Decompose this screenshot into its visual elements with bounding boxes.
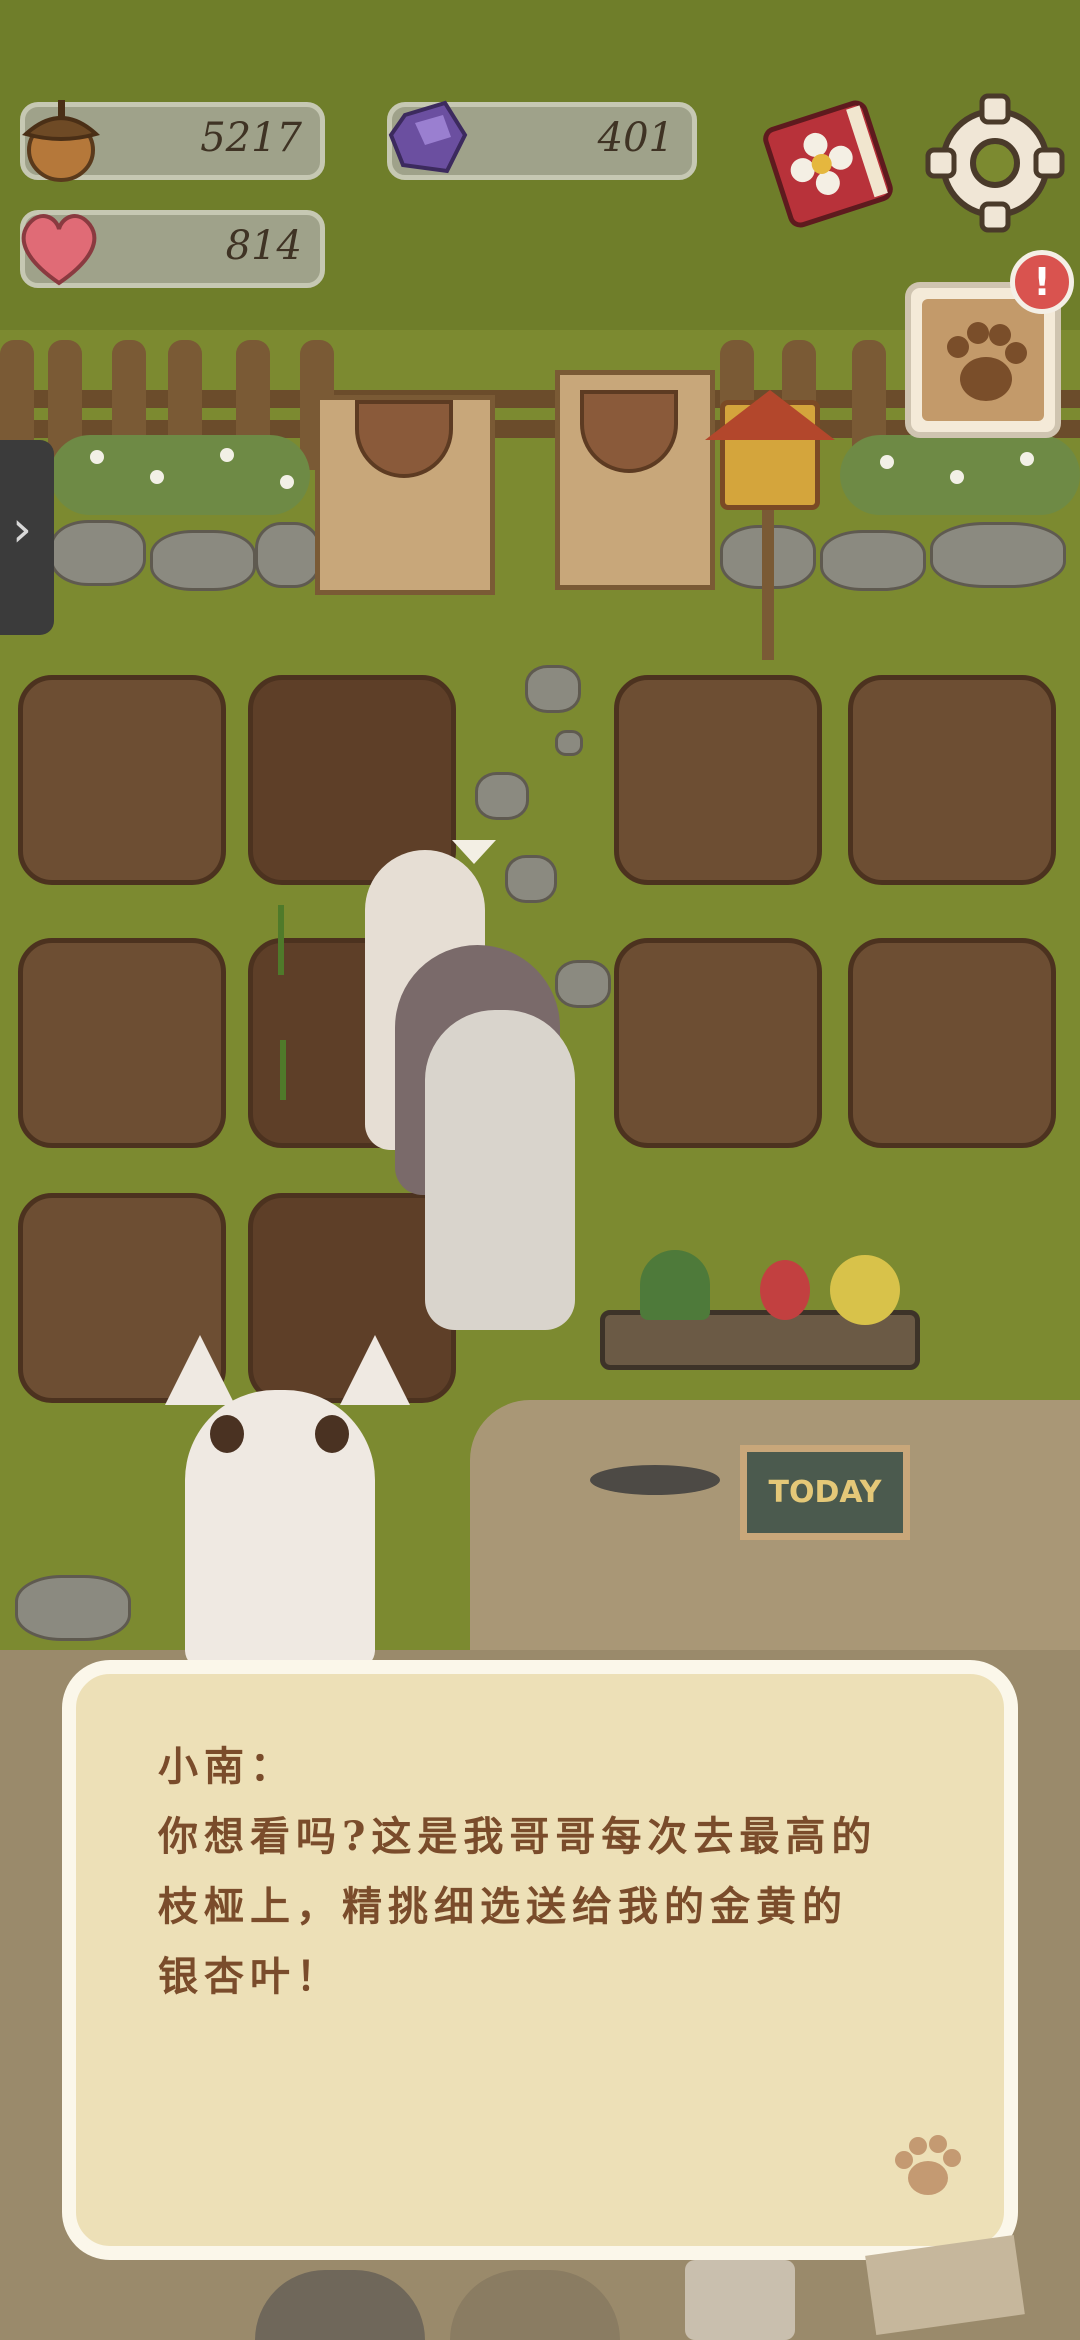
side-panel-toggle[interactable]: › bbox=[0, 440, 54, 635]
heart-count: 814 bbox=[225, 223, 302, 269]
bottom-menu-button[interactable] bbox=[685, 2260, 795, 2340]
flower bbox=[1020, 452, 1034, 466]
yellow-flowers bbox=[830, 1255, 900, 1325]
cat-ear-left bbox=[165, 1335, 235, 1405]
cat-npc[interactable] bbox=[425, 1010, 575, 1330]
flower-book-button[interactable] bbox=[758, 98, 898, 230]
wall-stone bbox=[930, 522, 1066, 588]
cat-eye-right bbox=[315, 1415, 349, 1453]
stepping-stone bbox=[505, 855, 557, 903]
stepping-stone bbox=[475, 772, 529, 820]
dialog-continue-button[interactable] bbox=[884, 2126, 964, 2206]
cat-ear-right bbox=[340, 1335, 410, 1405]
settings-button[interactable] bbox=[920, 88, 1070, 238]
paw-icon bbox=[895, 2135, 961, 2195]
sprout bbox=[280, 1040, 286, 1100]
gear-icon bbox=[925, 93, 1065, 233]
gift-jar bbox=[760, 1260, 810, 1320]
soil-plot[interactable] bbox=[18, 675, 226, 885]
soil-plot[interactable] bbox=[848, 675, 1056, 885]
soil-plot[interactable] bbox=[18, 938, 226, 1148]
cat-eye-left bbox=[210, 1415, 244, 1453]
selection-arrow bbox=[452, 840, 496, 864]
garden-rock bbox=[15, 1575, 131, 1641]
bush bbox=[50, 435, 310, 515]
dialog-line-1: 你想看吗?这是我哥哥每次去最高的 bbox=[158, 1813, 878, 1860]
today-chalkboard[interactable]: TODAY bbox=[740, 1445, 910, 1540]
flower bbox=[280, 475, 294, 489]
potted-plant bbox=[640, 1250, 710, 1320]
wall-stone bbox=[50, 520, 146, 586]
flower bbox=[150, 470, 164, 484]
wall-stone bbox=[150, 530, 256, 591]
notice-badge: ! bbox=[1010, 250, 1074, 314]
gem-count: 401 bbox=[597, 115, 674, 161]
flower bbox=[220, 448, 234, 462]
stepping-stone bbox=[555, 730, 583, 756]
heart-icon bbox=[14, 205, 104, 291]
dialog-line-3: 银杏叶！ bbox=[158, 1953, 342, 2000]
acorn-count: 5217 bbox=[200, 115, 302, 161]
soil-plot[interactable] bbox=[614, 938, 822, 1148]
chalkboard-text: TODAY bbox=[768, 1475, 882, 1510]
mailbox-roof bbox=[705, 390, 835, 440]
purple-gem-icon bbox=[385, 95, 471, 181]
flower-book-icon bbox=[763, 100, 893, 228]
chevron-right-icon: › bbox=[12, 500, 32, 558]
wall-stone bbox=[255, 522, 321, 588]
stepping-stone bbox=[555, 960, 611, 1008]
acorn-icon bbox=[18, 92, 104, 182]
sprout bbox=[278, 905, 284, 975]
flower bbox=[90, 450, 104, 464]
dialog-box[interactable]: 小南： 你想看吗?这是我哥哥每次去最高的 枝桠上，精挑细选送给我的金黄的 银杏叶… bbox=[62, 1660, 1018, 2260]
dialog-line-2: 枝桠上，精挑细选送给我的金黄的 bbox=[158, 1883, 848, 1930]
flower bbox=[880, 455, 894, 469]
wall-stone bbox=[820, 530, 926, 591]
dialog-speaker: 小南： bbox=[158, 1743, 296, 1790]
soil-plot[interactable] bbox=[614, 675, 822, 885]
stepping-stone bbox=[525, 665, 581, 713]
soil-plot[interactable] bbox=[848, 938, 1056, 1148]
notice-badge-text: ! bbox=[1033, 260, 1051, 304]
stool bbox=[590, 1465, 720, 1495]
flower bbox=[950, 470, 964, 484]
